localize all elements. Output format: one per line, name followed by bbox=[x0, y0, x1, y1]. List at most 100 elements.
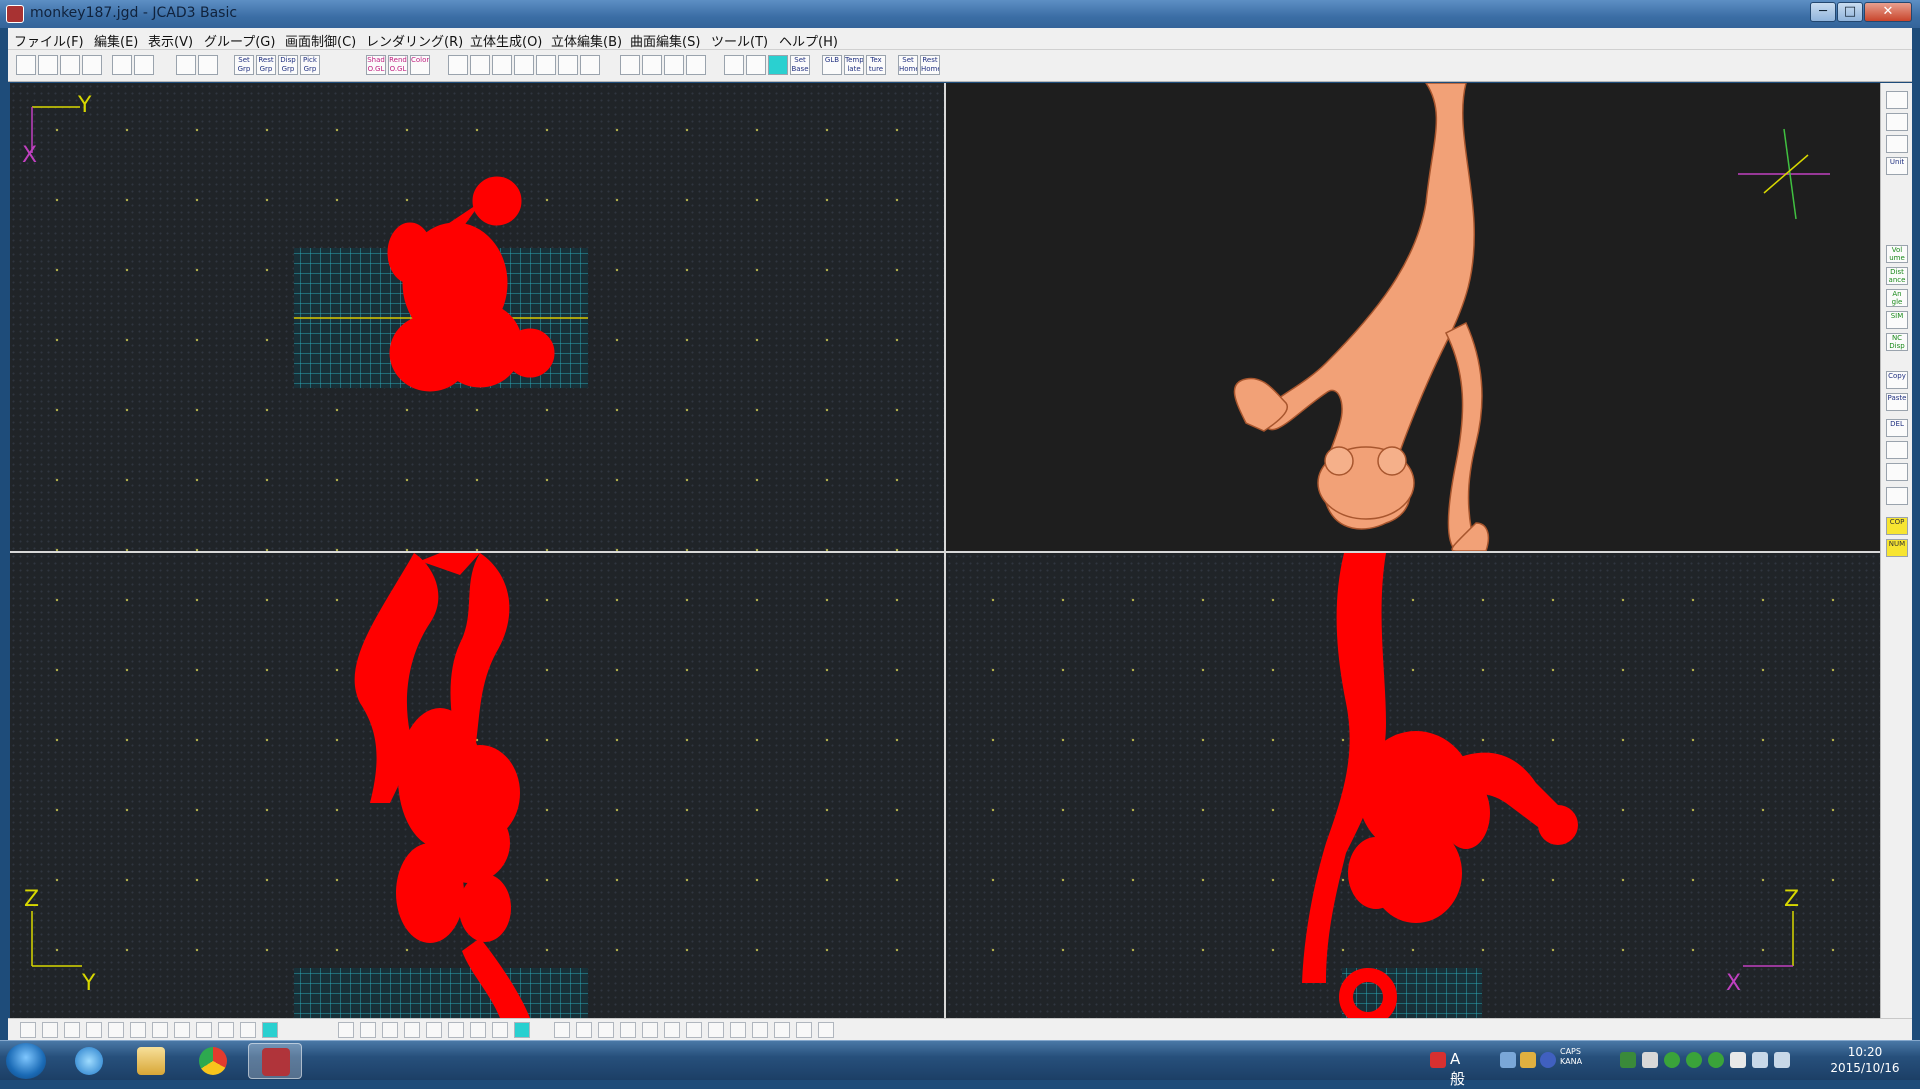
menu-group[interactable]: グループ(G) bbox=[204, 31, 275, 50]
network-icon[interactable] bbox=[1752, 1052, 1768, 1068]
viewport-top[interactable]: Y X bbox=[10, 83, 944, 551]
tree-icon[interactable] bbox=[1886, 487, 1908, 505]
grid-toggle-icon[interactable] bbox=[724, 55, 744, 75]
clock[interactable]: 10:20 2015/10/16 bbox=[1820, 1044, 1910, 1076]
redo-icon[interactable] bbox=[134, 55, 154, 75]
tool-icon[interactable] bbox=[576, 1022, 592, 1038]
paste-button[interactable]: Paste bbox=[1886, 393, 1908, 411]
viewport-front[interactable]: Z Y bbox=[10, 553, 944, 1018]
zoom-prev-icon[interactable] bbox=[620, 55, 640, 75]
undo-icon[interactable] bbox=[112, 55, 132, 75]
tool-icon[interactable] bbox=[108, 1022, 124, 1038]
attribute-icon[interactable] bbox=[1886, 463, 1908, 481]
menu-rendering[interactable]: レンダリング(R) bbox=[366, 31, 463, 50]
tool-icon[interactable] bbox=[686, 1022, 702, 1038]
tool-icon[interactable] bbox=[64, 1022, 80, 1038]
properties-icon[interactable] bbox=[1886, 441, 1908, 459]
sim-button[interactable]: SIM bbox=[1886, 311, 1908, 329]
delete-button[interactable]: DEL bbox=[1886, 419, 1908, 437]
zoom-window-icon[interactable] bbox=[514, 55, 534, 75]
tool-icon[interactable] bbox=[796, 1022, 812, 1038]
minimize-button[interactable]: ─ bbox=[1810, 2, 1836, 22]
taskbar-explorer[interactable] bbox=[124, 1043, 178, 1079]
ime-icon[interactable] bbox=[1430, 1052, 1446, 1068]
tool-icon[interactable] bbox=[426, 1022, 442, 1038]
tray-app-icon[interactable] bbox=[1620, 1052, 1636, 1068]
tool-icon[interactable] bbox=[554, 1022, 570, 1038]
pan-hand-icon[interactable] bbox=[558, 55, 578, 75]
rest-home-button[interactable]: Rest Home bbox=[920, 55, 940, 75]
menu-view[interactable]: 表示(V) bbox=[148, 31, 193, 50]
tool-icon[interactable] bbox=[382, 1022, 398, 1038]
unit-button[interactable]: Unit bbox=[1886, 157, 1908, 175]
layer-icon[interactable] bbox=[176, 55, 196, 75]
menu-edit[interactable]: 編集(E) bbox=[94, 31, 138, 50]
taskbar-chrome[interactable] bbox=[186, 1043, 240, 1079]
rest-grp-button[interactable]: Rest Grp bbox=[256, 55, 276, 75]
set-grp-button[interactable]: Set Grp bbox=[234, 55, 254, 75]
printer-icon[interactable] bbox=[1886, 113, 1908, 131]
viewport-perspective[interactable] bbox=[946, 83, 1880, 551]
disp-grp-button[interactable]: Disp Grp bbox=[278, 55, 298, 75]
tool-icon[interactable] bbox=[818, 1022, 834, 1038]
cop-button[interactable]: COP bbox=[1886, 517, 1908, 535]
viewport-divider-horizontal[interactable] bbox=[10, 551, 1880, 553]
ime-mode[interactable]: A 般 bbox=[1450, 1050, 1465, 1089]
distance-button[interactable]: Dist ance bbox=[1886, 267, 1908, 285]
num-button[interactable]: NUM bbox=[1886, 539, 1908, 557]
menu-solid-create[interactable]: 立体生成(O) bbox=[470, 31, 542, 50]
set-base-button[interactable]: Set Base bbox=[790, 55, 810, 75]
angle-button[interactable]: An gle bbox=[1886, 289, 1908, 307]
taskbar-ie[interactable] bbox=[62, 1043, 116, 1079]
tool-icon[interactable] bbox=[86, 1022, 102, 1038]
active-grid-icon[interactable] bbox=[768, 55, 788, 75]
help-icon[interactable] bbox=[1540, 1052, 1556, 1068]
nc-disp-button[interactable]: NC Disp bbox=[1886, 333, 1908, 351]
flag-icon[interactable] bbox=[1730, 1052, 1746, 1068]
tool-icon[interactable] bbox=[642, 1022, 658, 1038]
zoom-all-icon[interactable] bbox=[536, 55, 556, 75]
shade-opengl-button[interactable]: Shad O.GL bbox=[366, 55, 386, 75]
tool-icon[interactable] bbox=[404, 1022, 420, 1038]
snap-grid-icon[interactable] bbox=[746, 55, 766, 75]
tool-icon[interactable] bbox=[240, 1022, 256, 1038]
menu-surface-edit[interactable]: 曲面編集(S) bbox=[630, 31, 700, 50]
volume-button[interactable]: Vol ume bbox=[1886, 245, 1908, 263]
app-icon[interactable] bbox=[6, 5, 24, 23]
zoom-select-icon[interactable] bbox=[664, 55, 684, 75]
copy-button[interactable]: Copy bbox=[1886, 371, 1908, 389]
menu-file[interactable]: ファイル(F) bbox=[14, 31, 84, 50]
tool-icon[interactable] bbox=[664, 1022, 680, 1038]
tool-icon[interactable] bbox=[448, 1022, 464, 1038]
print-icon[interactable] bbox=[82, 55, 102, 75]
update-icon[interactable] bbox=[1664, 1052, 1680, 1068]
render-opengl-button[interactable]: Rend O.GL bbox=[388, 55, 408, 75]
windows-icon[interactable] bbox=[1642, 1052, 1658, 1068]
pick-grp-button[interactable]: Pick Grp bbox=[300, 55, 320, 75]
taskbar-jcad[interactable] bbox=[248, 1043, 302, 1079]
tool-icon[interactable] bbox=[752, 1022, 768, 1038]
zoom-out-icon[interactable] bbox=[470, 55, 490, 75]
save-icon[interactable] bbox=[60, 55, 80, 75]
tool-icon[interactable] bbox=[338, 1022, 354, 1038]
new-file-icon[interactable] bbox=[16, 55, 36, 75]
tool-icon[interactable] bbox=[262, 1022, 278, 1038]
open-folder-icon[interactable] bbox=[38, 55, 58, 75]
tool-icon[interactable] bbox=[708, 1022, 724, 1038]
tool-icon[interactable] bbox=[42, 1022, 58, 1038]
start-button[interactable] bbox=[6, 1043, 46, 1079]
layers-icon[interactable] bbox=[1886, 135, 1908, 153]
tool-icon[interactable] bbox=[598, 1022, 614, 1038]
sync-icon[interactable] bbox=[1686, 1052, 1702, 1068]
zoom-next-icon[interactable] bbox=[642, 55, 662, 75]
zoom-fit-icon[interactable] bbox=[492, 55, 512, 75]
tool-icon[interactable] bbox=[196, 1022, 212, 1038]
tool-icon[interactable] bbox=[470, 1022, 486, 1038]
tool-icon[interactable] bbox=[774, 1022, 790, 1038]
security-icon[interactable] bbox=[1708, 1052, 1724, 1068]
volume-icon[interactable] bbox=[1774, 1052, 1790, 1068]
viewport-side[interactable]: Z X bbox=[946, 553, 1880, 1018]
menu-solid-edit[interactable]: 立体編集(B) bbox=[551, 31, 622, 50]
menu-screen-control[interactable]: 画面制御(C) bbox=[285, 31, 356, 50]
tool-icon[interactable] bbox=[514, 1022, 530, 1038]
